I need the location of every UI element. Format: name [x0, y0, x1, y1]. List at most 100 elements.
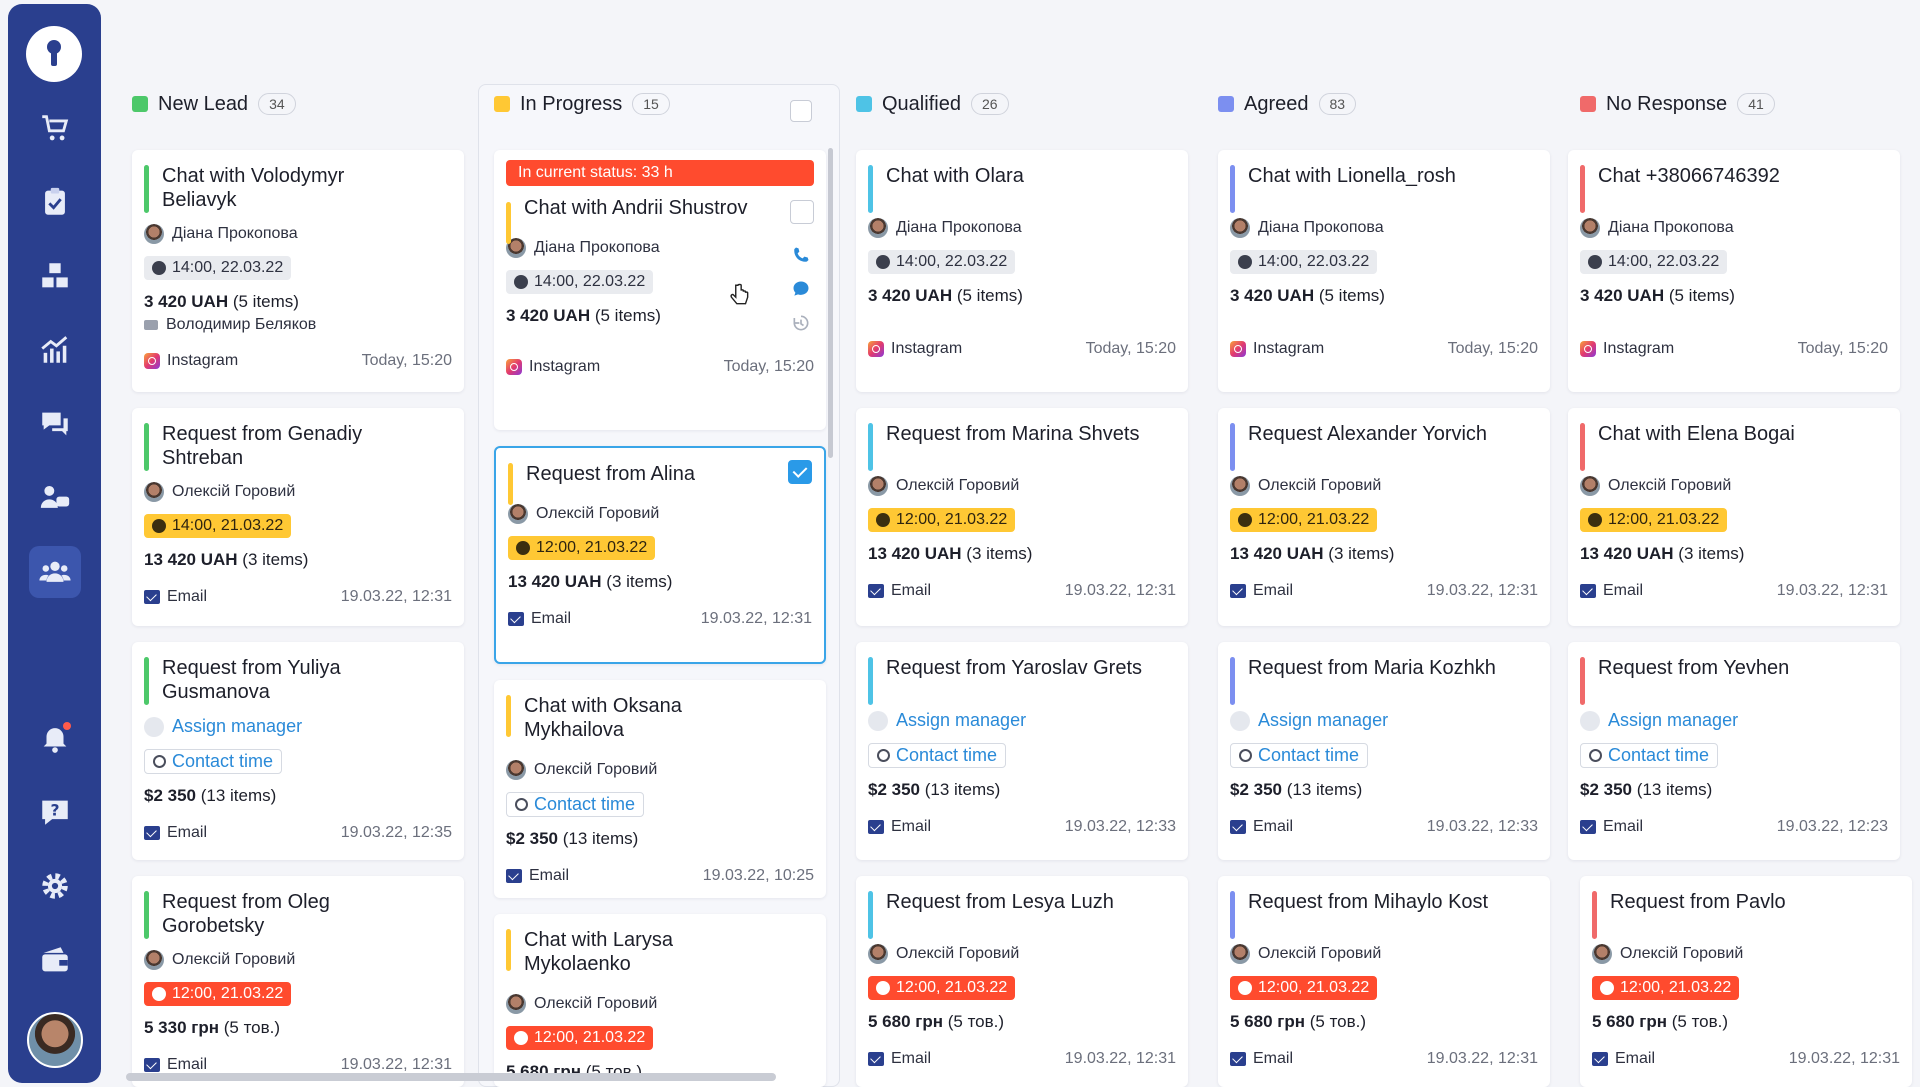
deal-card[interactable]: Request Alexander Yorvich Олексій Горови…: [1218, 408, 1550, 626]
buyer-name: Володимир Беляков: [166, 316, 317, 333]
deal-card[interactable]: Request from Pavlo Олексій Горовий 12:00…: [1580, 876, 1912, 1087]
contacts-icon[interactable]: [29, 472, 81, 524]
deal-card[interactable]: Chat with Volodymyr Beliavyk Діана Проко…: [132, 150, 464, 392]
contact-time-chip[interactable]: 14:00, 22.03.22: [144, 256, 292, 280]
deal-card[interactable]: Request from Yaroslav Grets Assign manag…: [856, 642, 1188, 860]
contact-time-chip[interactable]: 12:00, 21.03.22: [868, 976, 1016, 1000]
deal-card[interactable]: Request from Lesya Luzh Олексій Горовий …: [856, 876, 1188, 1087]
card-title: Request from Alina: [526, 463, 695, 485]
deal-card[interactable]: Chat with Lionella_rosh Діана Прокопова …: [1218, 150, 1550, 392]
status-stripe: [1230, 891, 1235, 939]
column-count: 15: [632, 93, 670, 115]
card-title: Request from Marina Shvets: [886, 423, 1140, 445]
team-icon[interactable]: [29, 546, 81, 598]
contact-time: 12:00, 21.03.22: [896, 511, 1008, 528]
card-date: Today, 15:20: [1447, 340, 1538, 357]
contact-time-chip[interactable]: 12:00, 21.03.22: [506, 1026, 654, 1050]
boxes-icon[interactable]: [29, 250, 81, 302]
assign-manager-link[interactable]: Assign manager: [1258, 710, 1388, 731]
deal-card[interactable]: Request from Marina Shvets Олексій Горов…: [856, 408, 1188, 626]
column-no-response: No Response 41: [1576, 84, 1908, 124]
email-icon: [506, 869, 522, 883]
deal-card[interactable]: Request from Mihaylo Kost Олексій Горови…: [1218, 876, 1550, 1087]
status-color-dot: [494, 96, 510, 112]
source-label: Email: [891, 1050, 932, 1067]
deal-card[interactable]: Chat with Olara Діана Прокопова 14:00, 2…: [856, 150, 1188, 392]
deal-card[interactable]: Request from Genadiy Shtreban Олексій Го…: [132, 408, 464, 626]
contact-time-chip[interactable]: 12:00, 21.03.22: [868, 508, 1016, 532]
contact-time-chip[interactable]: 12:00, 21.03.22: [1230, 508, 1378, 532]
deal-card[interactable]: Request from Yuliya Gusmanova Assign man…: [132, 642, 464, 860]
contact-time-button[interactable]: Contact time: [506, 792, 645, 817]
contact-time: Contact time: [1608, 745, 1710, 765]
clock-icon: [152, 519, 166, 533]
contact-time-chip[interactable]: 12:00, 21.03.22: [508, 536, 656, 560]
deal-card[interactable]: Chat +38066746392 Діана Прокопова 14:00,…: [1568, 150, 1900, 392]
contact-time-button[interactable]: Contact time: [1580, 743, 1719, 768]
instagram-icon: [1230, 341, 1246, 357]
deal-card[interactable]: Request from Maria Kozhkh Assign manager…: [1218, 642, 1550, 860]
contact-time-chip[interactable]: 12:00, 21.03.22: [1592, 976, 1740, 1000]
assign-manager-link[interactable]: Assign manager: [896, 710, 1026, 731]
contact-time-chip[interactable]: 12:00, 21.03.22: [144, 982, 292, 1006]
wallet-icon[interactable]: [29, 934, 81, 986]
email-icon: [1580, 820, 1596, 834]
contact-time: Contact time: [1258, 745, 1360, 765]
bell-icon[interactable]: [29, 712, 81, 764]
source-label: Instagram: [1603, 340, 1675, 357]
contact-time-button[interactable]: Contact time: [868, 743, 1007, 768]
manager-name: Діана Прокопова: [534, 239, 660, 256]
manager-avatar: [144, 482, 164, 502]
deal-card-selected[interactable]: Request from Alina Олексій Горовий 12:00…: [494, 446, 826, 664]
status-stripe: [506, 202, 511, 244]
chat-icon[interactable]: [29, 398, 81, 450]
assign-manager-link[interactable]: Assign manager: [172, 716, 302, 737]
deal-card[interactable]: Request from Oleg Gorobetsky Олексій Гор…: [132, 876, 464, 1087]
contact-time-chip[interactable]: 14:00, 22.03.22: [1580, 250, 1728, 274]
clock-icon: [876, 981, 890, 995]
deal-amount: 13 420 UAH: [1230, 544, 1324, 563]
source-label: Email: [531, 610, 572, 627]
column-title: Qualified: [882, 92, 961, 115]
settings-icon[interactable]: [29, 860, 81, 912]
card-date: 19.03.22, 12:33: [1064, 818, 1176, 835]
user-avatar[interactable]: [27, 1012, 83, 1068]
deal-card[interactable]: Chat with Larysa Mykolaenko Олексій Горо…: [494, 914, 826, 1087]
deal-amount: $2 350: [144, 786, 196, 805]
cart-icon[interactable]: [29, 102, 81, 154]
horizontal-scrollbar[interactable]: [126, 1073, 776, 1081]
history-icon[interactable]: [790, 312, 812, 334]
contact-time-chip[interactable]: 12:00, 21.03.22: [1230, 976, 1378, 1000]
clipboard-icon[interactable]: [29, 176, 81, 228]
card-select-checkbox[interactable]: [790, 200, 814, 224]
help-icon[interactable]: ?: [29, 786, 81, 838]
analytics-icon[interactable]: [29, 324, 81, 376]
contact-time-chip[interactable]: 14:00, 22.03.22: [506, 270, 654, 294]
message-icon[interactable]: [790, 278, 812, 300]
card-title: Request from Oleg Gorobetsky: [162, 891, 330, 937]
select-all-checkbox[interactable]: [790, 100, 812, 122]
card-select-checkbox-checked[interactable]: [788, 460, 812, 484]
contact-time-chip[interactable]: 14:00, 22.03.22: [868, 250, 1016, 274]
column-scrollbar[interactable]: [828, 148, 833, 458]
contact-time-button[interactable]: Contact time: [1230, 743, 1369, 768]
deal-card[interactable]: Chat with Elena Bogai Олексій Горовий 12…: [1568, 408, 1900, 626]
contact-time-chip[interactable]: 14:00, 21.03.22: [144, 514, 292, 538]
deal-card[interactable]: Request from Yevhen Assign manager Conta…: [1568, 642, 1900, 860]
card-date: 19.03.22, 12:33: [1426, 818, 1538, 835]
email-icon: [1230, 1052, 1246, 1066]
keyhole-logo-icon[interactable]: [26, 26, 82, 82]
contact-time-chip[interactable]: 12:00, 21.03.22: [1580, 508, 1728, 532]
item-count: (5 тов.): [223, 1018, 281, 1037]
cart-icon: [144, 320, 158, 330]
phone-icon[interactable]: [790, 244, 812, 266]
item-count: (5 items): [594, 306, 661, 325]
deal-card[interactable]: Chat with Oksana Mykhailova Олексій Горо…: [494, 680, 826, 898]
contact-time-button[interactable]: Contact time: [144, 749, 283, 774]
contact-time: 12:00, 21.03.22: [1608, 511, 1720, 528]
contact-time-chip[interactable]: 14:00, 22.03.22: [1230, 250, 1378, 274]
card-date: 19.03.22, 12:31: [340, 1056, 452, 1073]
assign-manager-link[interactable]: Assign manager: [1608, 710, 1738, 731]
column-count: 83: [1318, 93, 1357, 115]
deal-card[interactable]: In current status: 33 h Chat with Andrii…: [494, 150, 826, 430]
